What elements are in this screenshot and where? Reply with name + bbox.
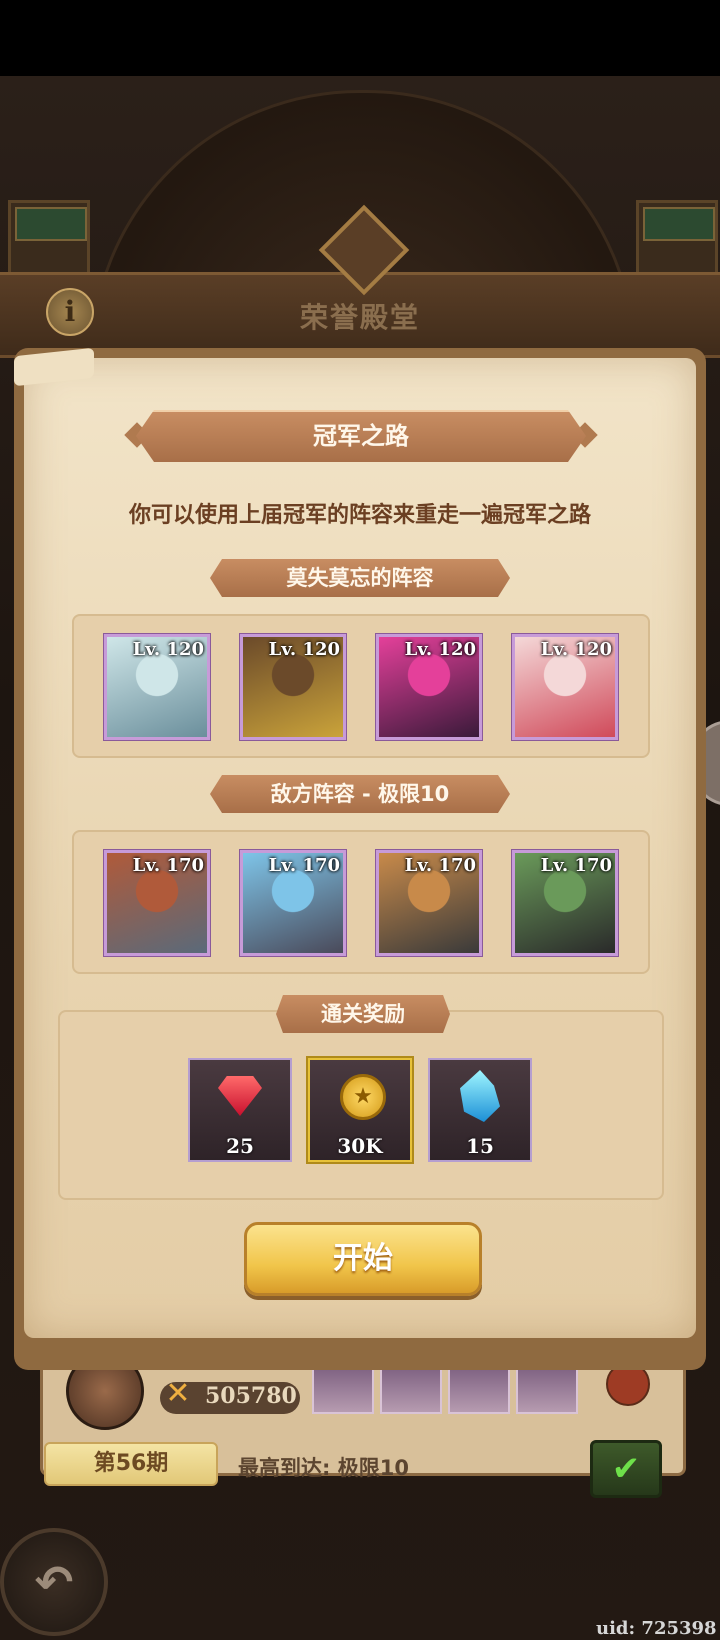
team-section-label: 莫失莫忘的阵容 <box>210 559 510 597</box>
enemy-hero-card-1[interactable]: Lv. 170 <box>104 850 210 956</box>
hero-level: Lv. 170 <box>132 855 204 876</box>
season-label[interactable]: 第56期 <box>44 1442 218 1486</box>
start-button[interactable]: 开始 <box>244 1222 482 1296</box>
left-pillar <box>8 200 90 276</box>
right-pillar <box>636 200 718 276</box>
reward-item-gold[interactable]: ★ 30K <box>308 1058 412 1162</box>
crossed-swords-icon: ✕ <box>165 1376 191 1411</box>
checkmark-chest-icon[interactable]: ✔ <box>590 1440 662 1498</box>
crystal-icon <box>460 1070 500 1122</box>
hero-level: Lv. 170 <box>404 855 476 876</box>
back-arrow-icon[interactable]: ↶ <box>0 1528 108 1636</box>
hero-level: Lv. 170 <box>268 855 340 876</box>
team-hero-card-3[interactable]: Lv. 120 <box>376 634 482 740</box>
reward-count: 30K <box>337 1134 383 1158</box>
team-hero-card-2[interactable]: Lv. 120 <box>240 634 346 740</box>
reward-item-crystal[interactable]: 15 <box>428 1058 532 1162</box>
reward-count: 15 <box>466 1134 494 1158</box>
hall-title: 荣誉殿堂 <box>299 301 420 334</box>
gold-coin-icon: ★ <box>340 1074 386 1120</box>
enemy-section-label: 敌方阵容 - 极限10 <box>210 775 510 813</box>
team-hero-card-1[interactable]: Lv. 120 <box>104 634 210 740</box>
enemy-hero-card-4[interactable]: Lv. 170 <box>512 850 618 956</box>
team-hero-card-4[interactable]: Lv. 120 <box>512 634 618 740</box>
reward-count: 25 <box>226 1134 254 1158</box>
hero-level: Lv. 120 <box>404 639 476 660</box>
reward-item-ruby[interactable]: 25 <box>188 1058 292 1162</box>
hero-level: Lv. 120 <box>132 639 204 660</box>
uid-label: uid: 725398 <box>596 1618 717 1639</box>
ruby-icon <box>218 1076 262 1116</box>
hero-level: Lv. 120 <box>540 639 612 660</box>
rewards-label: 通关奖励 <box>276 995 450 1033</box>
hero-level: Lv. 120 <box>268 639 340 660</box>
enemy-hero-card-2[interactable]: Lv. 170 <box>240 850 346 956</box>
enemy-hero-card-3[interactable]: Lv. 170 <box>376 850 482 956</box>
hero-level: Lv. 170 <box>540 855 612 876</box>
dialog-title: 冠军之路 <box>136 410 586 462</box>
dialog-description: 你可以使用上届冠军的阵容来重走一遍冠军之路 <box>128 503 591 528</box>
best-reached-text: 最高到达: 极限10 <box>238 1456 409 1480</box>
status-bar <box>0 0 720 76</box>
power-value: 505780 <box>205 1383 297 1409</box>
